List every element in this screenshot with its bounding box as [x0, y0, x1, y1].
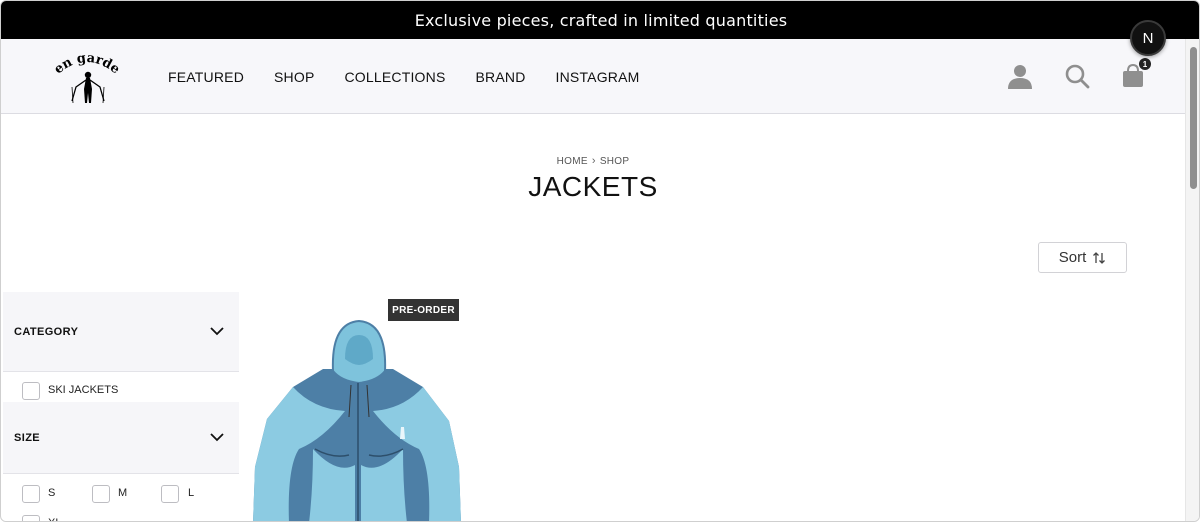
- checkbox-size-s[interactable]: [22, 485, 40, 503]
- brand-logo[interactable]: en garde: [51, 51, 123, 105]
- filter-size-header[interactable]: SIZE: [3, 402, 239, 474]
- breadcrumb-current[interactable]: SHOP: [600, 156, 630, 167]
- sort-arrows-icon: [1093, 251, 1106, 264]
- product-image: [253, 319, 461, 521]
- breadcrumb-home[interactable]: HOME: [557, 156, 588, 167]
- nav-featured[interactable]: FEATURED: [168, 69, 244, 85]
- filter-size-title: SIZE: [14, 431, 41, 444]
- chevron-down-icon: [210, 327, 224, 336]
- shopping-bag-icon[interactable]: 1: [1119, 58, 1151, 90]
- nav-instagram[interactable]: INSTAGRAM: [556, 69, 640, 85]
- dev-tools-badge[interactable]: N: [1130, 20, 1166, 56]
- sort-button[interactable]: Sort: [1038, 242, 1127, 273]
- filter-sidebar: CATEGORY SKI JACKETS SIZE S M L XL: [3, 292, 239, 521]
- filter-category-header[interactable]: CATEGORY: [3, 292, 239, 372]
- size-s-label: S: [48, 487, 56, 499]
- announcement-text: Exclusive pieces, crafted in limited qua…: [414, 10, 788, 30]
- search-icon[interactable]: [1063, 62, 1091, 90]
- size-m-label: M: [118, 487, 128, 499]
- breadcrumb: HOME › SHOP: [1, 155, 1185, 167]
- filter-category-options: SKI JACKETS: [3, 372, 239, 402]
- main-nav: FEATURED SHOP COLLECTIONS BRAND INSTAGRA…: [168, 39, 640, 114]
- option-ski-jackets-label: SKI JACKETS: [48, 384, 119, 396]
- nav-brand[interactable]: BRAND: [476, 69, 526, 85]
- chevron-down-icon: [210, 433, 224, 442]
- cart-count-badge: 1: [1139, 58, 1151, 70]
- product-card-blue-ski-jacket[interactable]: [253, 299, 467, 521]
- announcement-bar: Exclusive pieces, crafted in limited qua…: [1, 1, 1199, 39]
- checkbox-size-m[interactable]: [92, 485, 110, 503]
- size-xl-label: XL: [48, 517, 61, 521]
- preorder-badge: PRE-ORDER: [388, 299, 459, 321]
- site-header: en garde FEATURED SHOP COLLECTIONS BRAND…: [1, 39, 1185, 114]
- checkbox-size-l[interactable]: [161, 485, 179, 503]
- dev-badge-letter: N: [1142, 29, 1154, 47]
- filter-category-title: CATEGORY: [14, 325, 79, 338]
- page-scrollbar[interactable]: [1185, 39, 1199, 521]
- preorder-badge-text: PRE-ORDER: [392, 304, 455, 316]
- chevron-right-icon: ›: [591, 155, 596, 167]
- user-icon[interactable]: [1006, 62, 1034, 90]
- page-title: JACKETS: [528, 171, 658, 202]
- browser-page: Exclusive pieces, crafted in limited qua…: [0, 0, 1200, 522]
- scrollbar-thumb[interactable]: [1190, 47, 1197, 189]
- size-l-label: L: [188, 487, 195, 499]
- checkbox-ski-jackets[interactable]: [22, 382, 40, 400]
- checkbox-size-xl[interactable]: [22, 515, 40, 521]
- sort-label: Sort: [1058, 249, 1087, 266]
- filter-size-options: S M L XL: [3, 474, 239, 521]
- nav-shop[interactable]: SHOP: [274, 69, 314, 85]
- nav-collections[interactable]: COLLECTIONS: [345, 69, 446, 85]
